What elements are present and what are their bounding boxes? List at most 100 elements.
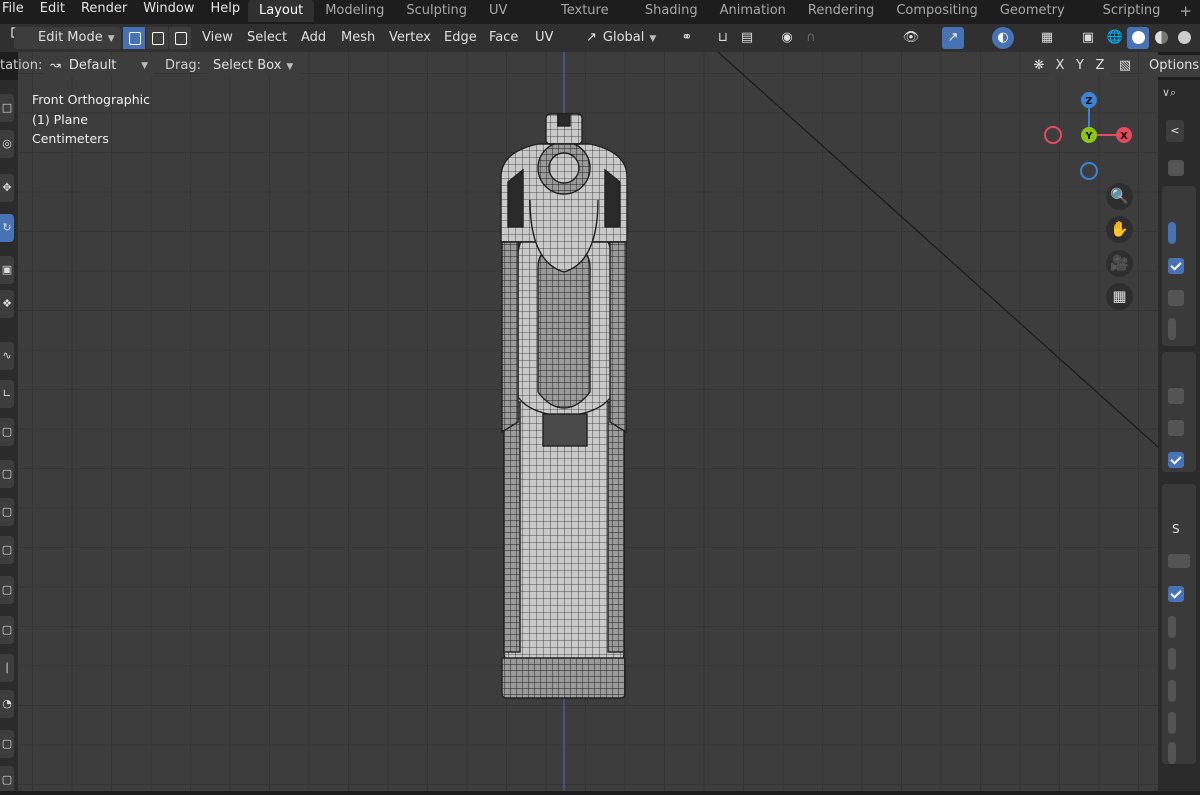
- mirror-y-button[interactable]: Y: [1070, 55, 1090, 77]
- pivot-point-icon[interactable]: ⚭: [676, 27, 698, 49]
- visibility-eye-icon[interactable]: 👁: [900, 27, 922, 49]
- cursor-tool-icon[interactable]: ◎: [0, 130, 14, 158]
- chevron-down-icon: ▼: [141, 61, 148, 71]
- scale-tool-icon[interactable]: ▣: [0, 256, 14, 284]
- material-shading-icon[interactable]: [1150, 27, 1172, 49]
- gizmo-toggle-icon[interactable]: ↗: [942, 27, 964, 49]
- vertex-select-button[interactable]: [123, 27, 145, 49]
- menu-file[interactable]: File: [0, 0, 32, 24]
- poly-build-tool-icon[interactable]: ▢: [0, 616, 14, 644]
- snap-target-icon[interactable]: ▤: [736, 27, 758, 49]
- left-toolbar: □ ◎ ✥ ↻ ▣ ❖ ∿ ∟ ▢ ▢ ▢ ▢ ▢ ▢ ∣ ◔ ▢ ▢: [0, 80, 18, 795]
- menu-edit[interactable]: Edit: [32, 0, 73, 24]
- xray-toggle-icon[interactable]: ▣: [1077, 27, 1099, 49]
- face-select-button[interactable]: [169, 27, 191, 49]
- select-box-tool-icon[interactable]: □: [0, 94, 14, 122]
- proportional-edit-icon[interactable]: ◉: [776, 27, 798, 49]
- tab-compositing[interactable]: Compositing: [885, 0, 989, 22]
- tab-texture-paint[interactable]: Texture Paint: [550, 0, 634, 40]
- value-slider-1[interactable]: [1168, 222, 1176, 244]
- mirror-butterfly-icon[interactable]: ❋: [1028, 55, 1050, 77]
- checkbox-5[interactable]: [1168, 420, 1184, 436]
- inset-tool-icon[interactable]: ▢: [0, 460, 14, 488]
- menu-window[interactable]: Window: [135, 0, 202, 24]
- transform-orientation-dropdown[interactable]: ↗ Global ▼: [580, 27, 662, 49]
- wireframe-shading-icon[interactable]: 🌐: [1104, 27, 1126, 49]
- mesh-edit-overlay-icon[interactable]: ▦: [1036, 27, 1058, 49]
- sidebar-toggle-button[interactable]: <: [1166, 120, 1184, 142]
- menu-add[interactable]: Add: [301, 27, 326, 49]
- 3d-viewport[interactable]: [18, 52, 1158, 792]
- shrink-tool-icon[interactable]: ▢: [0, 766, 14, 794]
- collapse-icon[interactable]: ∨⌕: [1162, 86, 1176, 100]
- tab-uv-editing[interactable]: UV Editing: [478, 0, 550, 40]
- menu-uv[interactable]: UV: [535, 27, 553, 49]
- bevel-tool-icon[interactable]: ▢: [0, 498, 14, 526]
- checkbox-6[interactable]: [1168, 452, 1184, 468]
- menu-help[interactable]: Help: [203, 0, 249, 24]
- overlay-toggle-icon[interactable]: ◐: [992, 27, 1014, 49]
- checkbox-2[interactable]: [1168, 258, 1184, 274]
- menu-mesh[interactable]: Mesh: [341, 27, 375, 49]
- y-axis-label: Y: [1084, 131, 1093, 142]
- extrude-tool-icon[interactable]: ▢: [0, 418, 14, 446]
- menu-face[interactable]: Face: [489, 27, 518, 49]
- value-field[interactable]: [1168, 554, 1190, 568]
- snap-icon[interactable]: ⊔: [712, 27, 734, 49]
- annotate-tool-icon[interactable]: ∿: [0, 342, 14, 370]
- mirror-x-button[interactable]: X: [1050, 55, 1070, 77]
- rotate-tool-icon[interactable]: ↻: [0, 214, 14, 242]
- tab-sculpting[interactable]: Sculpting: [395, 0, 478, 22]
- value-slider-5[interactable]: [1168, 680, 1176, 702]
- tab-animation[interactable]: Animation: [709, 0, 797, 22]
- value-slider-3[interactable]: [1168, 616, 1176, 638]
- knife-tool-icon[interactable]: ▢: [0, 576, 14, 604]
- tab-scripting[interactable]: Scripting: [1092, 0, 1172, 22]
- tab-rendering[interactable]: Rendering: [797, 0, 885, 22]
- checkbox-4[interactable]: [1168, 388, 1184, 404]
- spin-tool-icon[interactable]: ∣: [0, 654, 14, 682]
- smooth-tool-icon[interactable]: ◔: [0, 690, 14, 718]
- options-button[interactable]: Options: [1143, 55, 1200, 77]
- mode-dropdown[interactable]: Edit Mode ▼: [14, 27, 121, 49]
- tab-shading[interactable]: Shading: [634, 0, 709, 22]
- transform-tool-icon[interactable]: ❖: [0, 290, 14, 318]
- tab-layout[interactable]: Layout: [248, 0, 315, 22]
- orientation-axis-icon: ↝: [50, 58, 61, 73]
- value-slider-2[interactable]: [1168, 318, 1176, 340]
- x-axis-label: X: [1120, 131, 1128, 142]
- menu-edge[interactable]: Edge: [444, 27, 477, 49]
- rendered-shading-icon[interactable]: [1173, 27, 1195, 49]
- viewport-info: Front Orthographic (1) Plane Centimeters: [32, 90, 150, 149]
- grid-view-icon[interactable]: ▦: [1106, 283, 1133, 310]
- navigation-gizmo[interactable]: Z X Y: [1040, 91, 1140, 181]
- menu-view[interactable]: View: [202, 27, 233, 49]
- camera-view-icon[interactable]: 🎥: [1106, 250, 1133, 277]
- value-slider-7[interactable]: [1168, 742, 1176, 764]
- solid-shading-icon[interactable]: [1127, 27, 1149, 49]
- move-tool-icon[interactable]: ✥: [0, 174, 14, 202]
- falloff-icon[interactable]: ∩: [800, 27, 822, 49]
- drag-dropdown[interactable]: Select Box ▼: [207, 55, 300, 77]
- edge-select-button[interactable]: [146, 27, 168, 49]
- mirror-z-button[interactable]: Z: [1090, 55, 1110, 77]
- zoom-icon[interactable]: 🔍: [1106, 183, 1133, 210]
- menu-vertex[interactable]: Vertex: [389, 27, 431, 49]
- tab-modeling[interactable]: Modeling: [314, 0, 395, 22]
- value-slider-6[interactable]: [1168, 712, 1176, 734]
- pan-hand-icon[interactable]: ✋: [1106, 216, 1133, 243]
- tab-geometry-nodes[interactable]: Geometry Nodes: [989, 0, 1092, 40]
- menu-select[interactable]: Select: [247, 27, 287, 49]
- loop-cut-tool-icon[interactable]: ▢: [0, 536, 14, 564]
- measure-tool-icon[interactable]: ∟: [0, 380, 14, 408]
- value-slider-4[interactable]: [1168, 648, 1176, 670]
- menu-render[interactable]: Render: [73, 0, 135, 24]
- auto-merge-icon[interactable]: ▧: [1114, 55, 1136, 77]
- checkbox-7[interactable]: [1168, 586, 1184, 602]
- edge-slide-tool-icon[interactable]: ▢: [0, 730, 14, 758]
- checkbox-1[interactable]: [1168, 160, 1184, 176]
- orientation-dropdown[interactable]: ↝ Default ▼: [44, 55, 154, 77]
- mode-label: Edit Mode: [38, 30, 103, 45]
- checkbox-3[interactable]: [1168, 290, 1184, 306]
- add-workspace-button[interactable]: +: [1171, 0, 1200, 22]
